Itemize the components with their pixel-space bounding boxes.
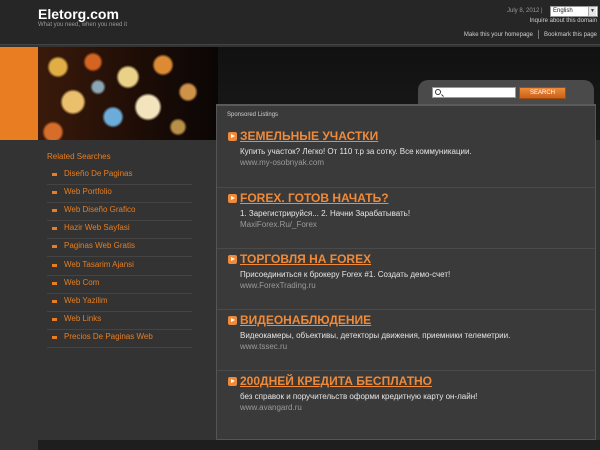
- listing-title[interactable]: 200ДНЕЙ КРЕДИТА БЕСПЛАТНО: [240, 374, 432, 388]
- related-search-label[interactable]: Web Links: [64, 314, 101, 323]
- divider: [537, 30, 539, 39]
- bokeh-banner-image: [38, 47, 218, 140]
- related-search-label[interactable]: Web Tasarim Ajansi: [64, 260, 134, 269]
- arrow-icon: [52, 264, 57, 267]
- homepage-link[interactable]: Make this your homepage: [464, 32, 533, 38]
- related-search-label[interactable]: Web Com: [64, 278, 99, 287]
- related-search-item[interactable]: Web Yazilim: [47, 294, 192, 312]
- related-search-item[interactable]: Web Com: [47, 276, 192, 294]
- related-search-label[interactable]: Web Yazilim: [64, 296, 108, 305]
- related-search-item[interactable]: Paginas Web Gratis: [47, 239, 192, 257]
- related-search-item[interactable]: Hazir Web Sayfasi: [47, 221, 192, 239]
- related-search-label[interactable]: Web Diseño Grafico: [64, 205, 135, 214]
- sponsored-label: Sponsored Listings: [227, 112, 279, 118]
- arrow-bullet-icon: [228, 377, 237, 386]
- arrow-bullet-icon: [228, 316, 237, 325]
- page-footer: [38, 440, 600, 450]
- site-tagline: What you need, when you need it: [38, 22, 128, 28]
- arrow-icon: [52, 209, 57, 212]
- search-input[interactable]: [432, 87, 516, 98]
- arrow-icon: [52, 300, 57, 303]
- arrow-bullet-icon: [228, 194, 237, 203]
- chevron-down-icon[interactable]: ▼: [588, 7, 596, 16]
- listing-description: 1. Зарегистрируйся... 2. Начни Зарабатыв…: [240, 209, 411, 218]
- top-links: Make this your homepage Bookmark this pag…: [464, 30, 597, 39]
- site-logo[interactable]: Eletorg.com: [38, 6, 119, 22]
- listing-item: ВИДЕОНАБЛЮДЕНИЕ Видеокамеры, объективы, …: [217, 309, 595, 369]
- current-date: July 8, 2012 |: [507, 8, 543, 14]
- arrow-icon: [52, 227, 57, 230]
- related-search-label[interactable]: Web Portfolio: [64, 187, 112, 196]
- related-search-label[interactable]: Diseño De Paginas: [64, 169, 132, 178]
- arrow-icon: [52, 191, 57, 194]
- listing-title[interactable]: FOREX. ГОТОВ НАЧАТЬ?: [240, 191, 389, 205]
- arrow-icon: [52, 245, 57, 248]
- inquire-link[interactable]: Inquire about this domain: [530, 18, 597, 24]
- listing-title[interactable]: ВИДЕОНАБЛЮДЕНИЕ: [240, 313, 371, 327]
- arrow-bullet-icon: [228, 255, 237, 264]
- listing-item: ЗЕМЕЛЬНЫЕ УЧАСТКИ Купить участок? Легко!…: [217, 126, 595, 186]
- listing-item: FOREX. ГОТОВ НАЧАТЬ? 1. Зарегистрируйся.…: [217, 187, 595, 247]
- related-searches-title: Related Searches: [47, 152, 111, 161]
- listing-url[interactable]: www.avangard.ru: [240, 403, 302, 412]
- language-select[interactable]: English ▼: [550, 6, 598, 17]
- search-icon: [435, 89, 441, 95]
- language-value: English: [553, 8, 573, 14]
- listing-description: Купить участок? Легко! От 110 т.р за сот…: [240, 147, 472, 156]
- listing-url[interactable]: www.my-osobnyak.com: [240, 158, 324, 167]
- listing-item: 200ДНЕЙ КРЕДИТА БЕСПЛАТНО без справок и …: [217, 370, 595, 430]
- listing-title[interactable]: ТОРГОВЛЯ НА FOREX: [240, 252, 371, 266]
- search-button[interactable]: SEARCH: [519, 87, 566, 99]
- listing-url[interactable]: www.ForexTrading.ru: [240, 281, 316, 290]
- listing-url[interactable]: www.tssec.ru: [240, 342, 287, 351]
- listing-item: ТОРГОВЛЯ НА FOREX Присоединиться к броке…: [217, 248, 595, 308]
- related-search-item[interactable]: Web Diseño Grafico: [47, 203, 192, 221]
- arrow-icon: [52, 336, 57, 339]
- listing-description: Видеокамеры, объективы, детекторы движен…: [240, 331, 511, 340]
- related-search-item[interactable]: Web Portfolio: [47, 185, 192, 203]
- listing-title[interactable]: ЗЕМЕЛЬНЫЕ УЧАСТКИ: [240, 129, 378, 143]
- related-search-label[interactable]: Hazir Web Sayfasi: [64, 223, 130, 232]
- related-search-item[interactable]: Precios De Paginas Web: [47, 330, 192, 348]
- bookmark-link[interactable]: Bookmark this page: [544, 32, 597, 38]
- listing-description: Присоединиться к брокеру Forex #1. Созда…: [240, 270, 451, 279]
- arrow-bullet-icon: [228, 132, 237, 141]
- related-search-item[interactable]: Web Tasarim Ajansi: [47, 258, 192, 276]
- site-header: Eletorg.com What you need, when you need…: [0, 0, 600, 45]
- related-search-item[interactable]: Web Links: [47, 312, 192, 330]
- arrow-icon: [52, 173, 57, 176]
- arrow-icon: [52, 282, 57, 285]
- listing-url[interactable]: MaxiForex.Ru/_Forex: [240, 220, 317, 229]
- sponsored-listings-panel: Sponsored Listings ЗЕМЕЛЬНЫЕ УЧАСТКИ Куп…: [216, 104, 596, 440]
- listing-description: без справок и поручительств оформи креди…: [240, 392, 478, 401]
- accent-stripe: [0, 47, 38, 140]
- arrow-icon: [52, 318, 57, 321]
- related-search-label[interactable]: Paginas Web Gratis: [64, 241, 135, 250]
- related-search-label[interactable]: Precios De Paginas Web: [64, 332, 153, 341]
- related-search-item[interactable]: Diseño De Paginas: [47, 167, 192, 185]
